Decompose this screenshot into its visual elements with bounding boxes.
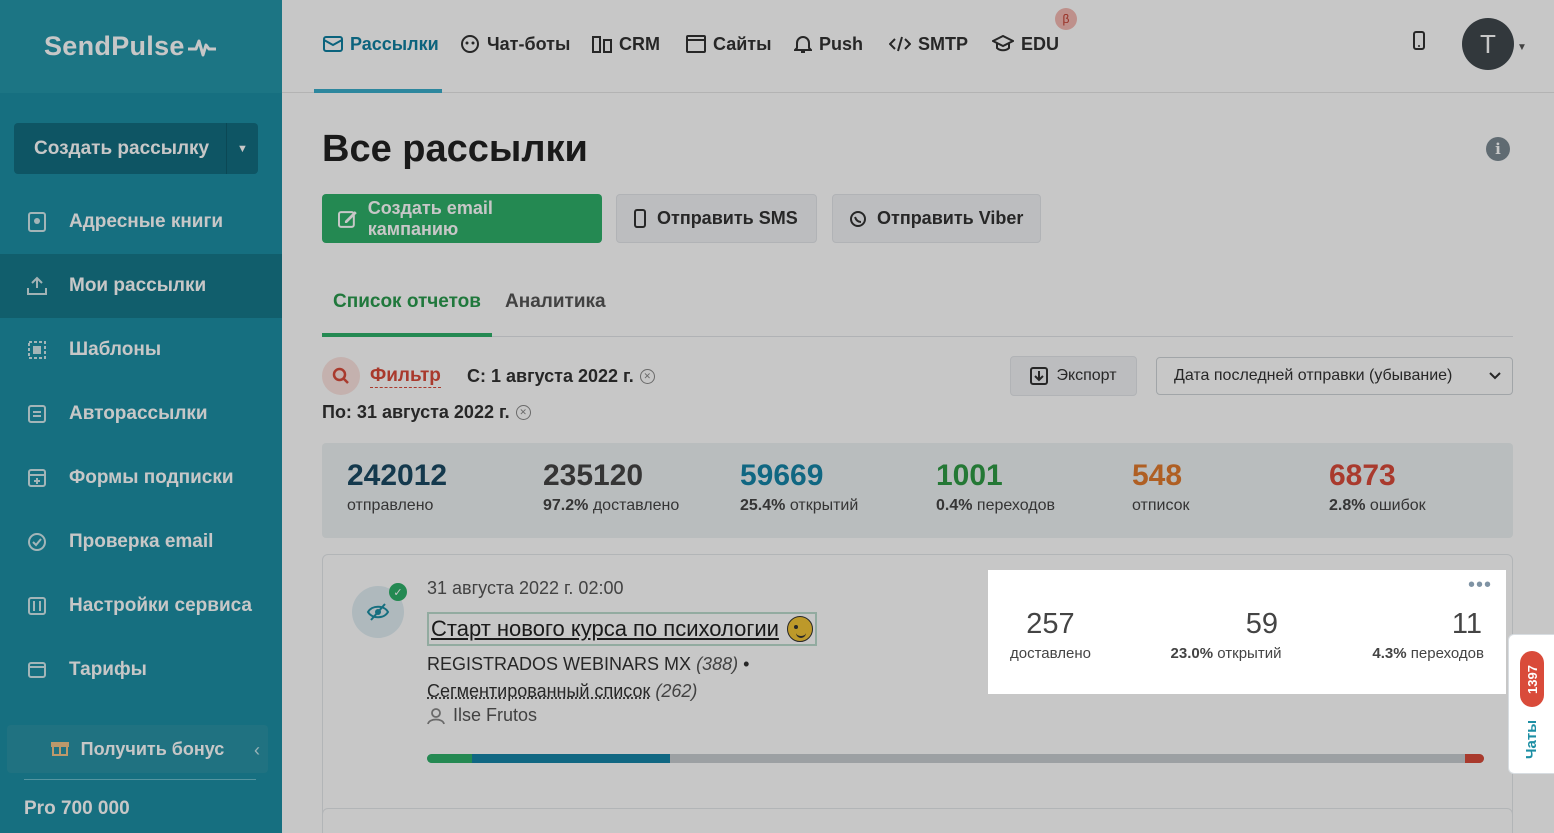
- metric-clicks: 11 4.3% переходов: [1372, 608, 1484, 662]
- metric-delivered: 257 доставлено: [1010, 608, 1091, 662]
- chats-widget[interactable]: 1397 Чаты: [1508, 634, 1554, 774]
- chat-count-badge: 1397: [1520, 651, 1544, 707]
- chats-label: Чаты: [1523, 719, 1541, 759]
- more-options-icon[interactable]: •••: [1468, 574, 1492, 597]
- metric-opens: 59 23.0% открытий: [1170, 608, 1282, 662]
- campaign-metrics-highlight: ••• 257 доставлено 59 23.0% открытий 11 …: [988, 570, 1506, 694]
- dim-overlay: [0, 0, 1554, 833]
